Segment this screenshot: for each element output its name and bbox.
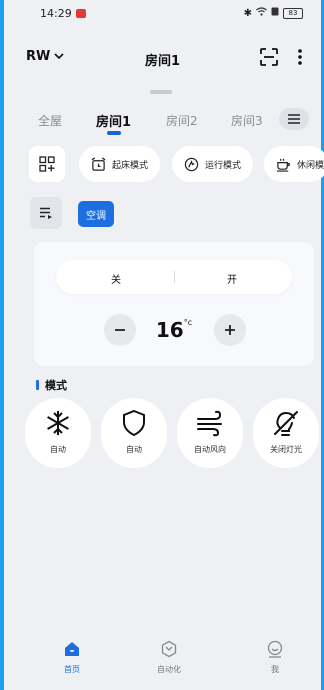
temperature-row: 16°c: [34, 314, 314, 348]
room-menu-button[interactable]: [279, 108, 309, 130]
light-off-icon: [274, 411, 298, 436]
mode-auto-shield[interactable]: 自动: [101, 398, 167, 468]
modes-title-text: 模式: [45, 379, 67, 392]
top-bar: RW 房间1: [4, 40, 321, 76]
drag-handle[interactable]: [150, 90, 172, 94]
nav-profile[interactable]: 我: [245, 640, 305, 675]
ac-control-card: 关 开 16°c: [34, 242, 314, 366]
temperature-increase-button[interactable]: [214, 314, 246, 346]
temperature-display: 16°c: [34, 318, 314, 342]
section-accent-bar: [36, 380, 39, 390]
alarm-clock-icon: [91, 156, 106, 171]
status-bar: 14:29 ✱ 83: [4, 0, 321, 30]
scene-label: 运行模式: [205, 160, 242, 171]
status-time: 14:29: [40, 7, 72, 20]
nav-automation[interactable]: 自动化: [139, 640, 199, 675]
mode-auto-cool[interactable]: 自动: [25, 398, 91, 468]
playlist-icon: [40, 207, 52, 219]
plus-icon: [225, 325, 235, 335]
profile-icon: [267, 640, 283, 658]
device-list-button[interactable]: [30, 197, 62, 229]
battery-icon: 83: [283, 7, 303, 19]
shield-icon: [123, 409, 145, 437]
frame-border-left: [0, 0, 4, 690]
automation-icon: [161, 640, 177, 658]
mode-label: 关闭灯光: [270, 445, 302, 454]
coffee-cup-icon: [276, 158, 290, 172]
scene-grid-button[interactable]: [29, 146, 65, 182]
recording-icon: [75, 9, 86, 18]
scene-leisure[interactable]: 休闲模: [264, 146, 324, 182]
mode-light-off[interactable]: 关闭灯光: [253, 398, 319, 468]
active-tab-indicator: [107, 131, 121, 135]
mode-auto-wind-direction[interactable]: 自动风向: [177, 398, 243, 468]
scene-running[interactable]: 运行模式: [172, 146, 254, 182]
room-tabs: 全屋 房间1 房间2 房间3: [4, 108, 321, 148]
tab-room-2[interactable]: 房间2: [166, 112, 198, 129]
tab-room-1[interactable]: 房间1: [96, 111, 131, 130]
tab-room-3[interactable]: 房间3: [231, 112, 263, 129]
nav-label: 首页: [64, 665, 80, 674]
power-toggle[interactable]: 关 开: [56, 260, 292, 294]
mode-label: 自动: [126, 445, 142, 454]
nav-home[interactable]: 首页: [42, 640, 102, 675]
scenes-row: 起床模式 运行模式 休闲模: [4, 146, 324, 186]
sim-icon: [271, 7, 279, 19]
device-chip-air-conditioner[interactable]: 空调: [78, 201, 114, 227]
app-screen: 14:29 ✱ 83 RW 房间1 全屋 房间1 房间2 房间3 起床模式 运行…: [0, 0, 324, 690]
bluetooth-icon: ✱: [243, 7, 252, 19]
scan-icon[interactable]: [259, 47, 279, 67]
nav-label: 我: [271, 665, 279, 674]
home-icon: [65, 642, 79, 656]
bottom-navigation: 首页 自动化 我: [4, 640, 321, 690]
scene-label: 起床模式: [112, 160, 149, 171]
mode-label: 自动风向: [194, 445, 226, 454]
snowflake-icon: [47, 411, 69, 435]
power-off-option[interactable]: 关: [56, 271, 176, 286]
wifi-icon: [256, 7, 267, 19]
temperature-value: 16: [155, 318, 184, 342]
tab-whole-house[interactable]: 全屋: [38, 112, 62, 129]
run-icon: [184, 157, 199, 171]
scene-wake-up[interactable]: 起床模式: [79, 146, 161, 182]
status-time-group: 14:29: [40, 7, 86, 20]
scene-label: 休闲模: [297, 160, 324, 171]
menu-icon: [288, 114, 300, 124]
modes-section-title: 模式: [36, 377, 67, 393]
mode-label: 自动: [50, 445, 66, 454]
grid-add-icon: [39, 156, 55, 172]
temperature-unit: °c: [183, 318, 193, 327]
nav-label: 自动化: [157, 665, 181, 674]
more-options-icon[interactable]: [295, 47, 305, 67]
power-on-option[interactable]: 开: [172, 271, 292, 286]
status-icons: ✱ 83: [244, 7, 303, 19]
wind-icon: [197, 410, 222, 437]
